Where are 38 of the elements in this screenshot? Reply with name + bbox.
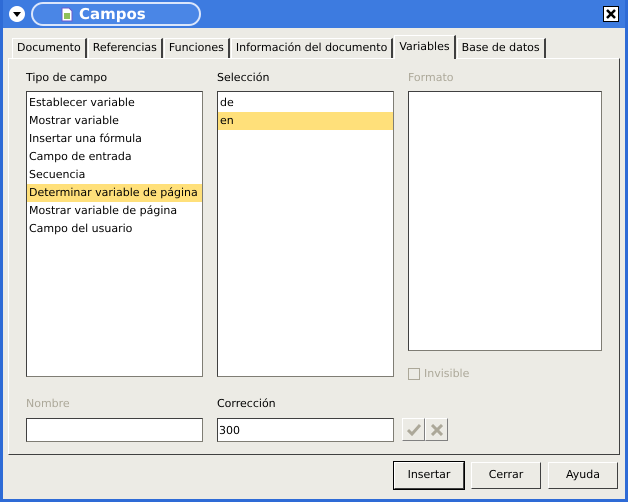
dialog-button[interactable]: Cerrar [471,462,541,489]
list-item[interactable]: Mostrar variable [27,112,202,130]
menu-icon[interactable] [9,6,25,22]
document-icon [61,6,73,22]
field-label: Formato [408,70,454,86]
field-label: Corrección [217,396,277,412]
list-item[interactable]: de [218,94,393,112]
tab[interactable]: Información del documento [230,38,394,58]
field-label: Selección [217,70,270,86]
window-title: Campos [79,4,146,25]
tab[interactable]: Base de datos [456,38,546,58]
list-item[interactable]: Establecer variable [27,94,202,112]
list-item[interactable]: Campo de entrada [27,148,202,166]
tab[interactable]: Funciones [164,38,230,58]
apply-button[interactable] [402,418,425,441]
input-field[interactable] [26,418,203,442]
cancel-button[interactable] [425,418,448,441]
list-item[interactable]: Insertar una fórmula [27,130,202,148]
tab[interactable]: Documento [12,38,87,58]
tab[interactable]: Variables [394,35,456,59]
field-label: Invisible [424,366,470,382]
list-item[interactable]: Secuencia [27,166,202,184]
list-item[interactable]: Mostrar variable de página [27,202,202,220]
dialog-button[interactable]: Ayuda [548,462,618,489]
tab[interactable]: Referencias [88,38,163,58]
list-box[interactable]: Establecer variable Mostrar variable Insertar una fórmula Campo de entrada Secuencia Determinar variable de página Mostrar variable de página Campo del usuario [26,91,203,377]
check-icon [406,424,420,436]
close-icon [606,9,616,19]
close-button[interactable] [603,6,619,22]
list-item[interactable]: en [218,112,393,130]
dialog-button[interactable]: Insertar [394,462,464,489]
field-label: Tipo de campo [26,70,108,86]
field-label: Nombre [26,396,71,412]
list-box[interactable]: de en [217,91,394,377]
input-field[interactable]: 300 [217,418,394,442]
list-item[interactable]: Determinar variable de página [27,184,202,202]
cross-icon [430,424,442,436]
list-item[interactable]: Campo del usuario [27,220,202,238]
